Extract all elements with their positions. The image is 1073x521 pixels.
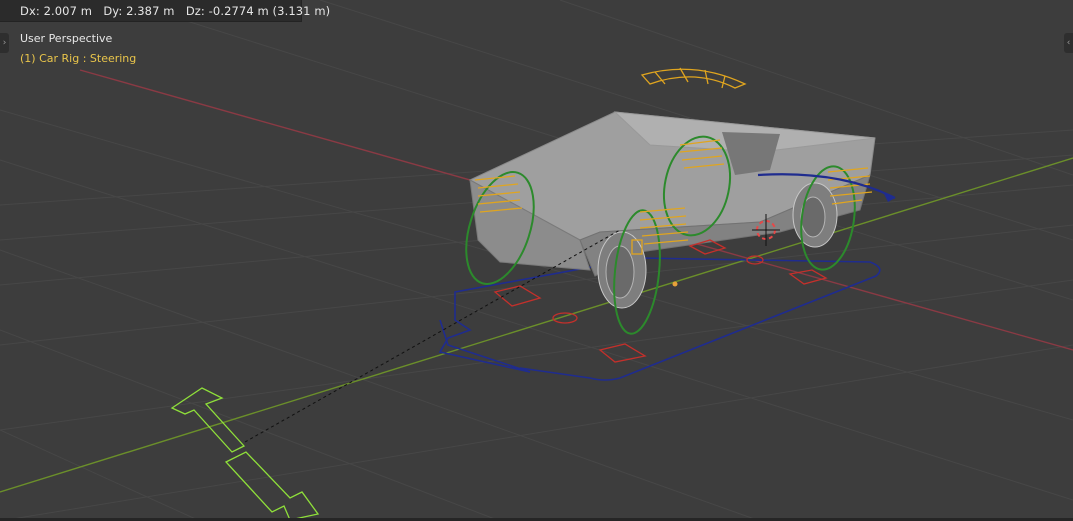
chevron-right-icon[interactable]: › xyxy=(0,33,9,53)
relationship-line xyxy=(244,229,621,443)
chevron-left-icon[interactable]: ‹ xyxy=(1064,33,1073,53)
3d-viewport[interactable]: Dx: 2.007 m Dy: 2.387 m Dz: -0.2774 m (3… xyxy=(0,0,1073,521)
active-arrow-control[interactable] xyxy=(170,387,320,521)
viewport-scene[interactable] xyxy=(0,0,1073,521)
object-origin-dot xyxy=(672,281,678,287)
active-object-label: (1) Car Rig : Steering xyxy=(20,52,137,65)
view-name-label: User Perspective xyxy=(20,32,113,45)
delta-readout-text: Dx: 2.007 m Dy: 2.387 m Dz: -0.2774 m (3… xyxy=(20,3,331,18)
delta-readout-bar: Dx: 2.007 m Dy: 2.387 m Dz: -0.2774 m (3… xyxy=(0,0,330,22)
